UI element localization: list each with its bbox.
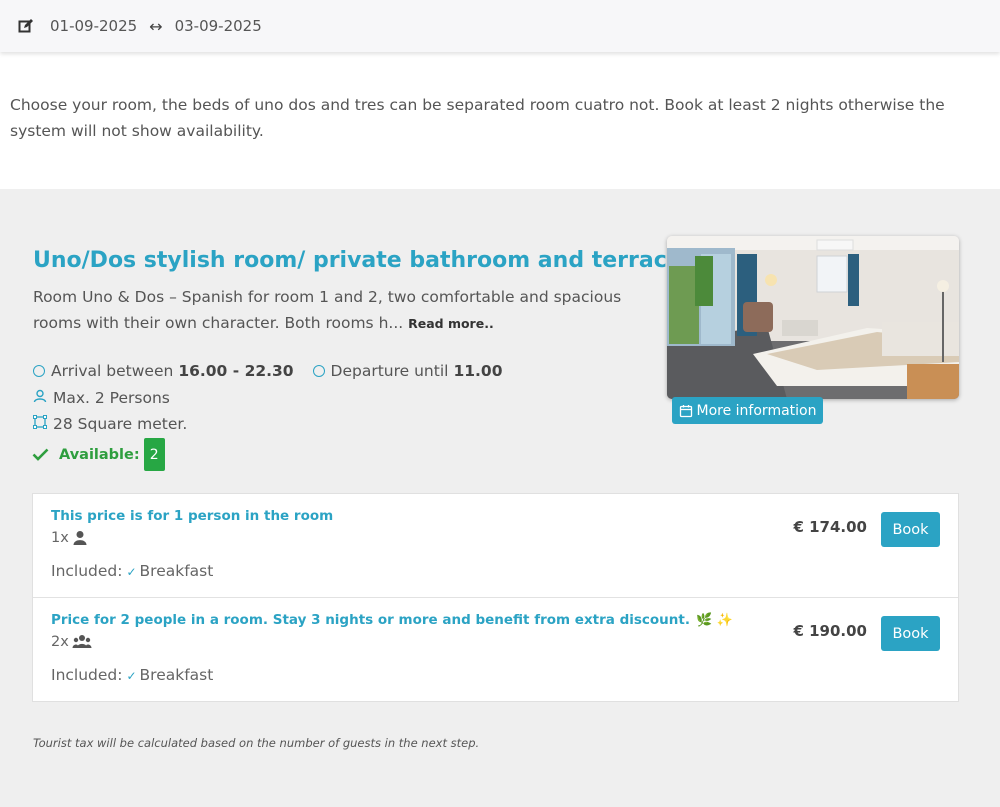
- rate-title: This price is for 1 person in the room: [51, 508, 334, 524]
- date-from: 01-09-2025: [50, 17, 138, 35]
- check-icon: ✓: [126, 669, 137, 683]
- departure-label: Departure until: [330, 362, 449, 380]
- available-label: Available:: [59, 446, 140, 463]
- occupancy: 1x: [51, 530, 88, 546]
- book-button[interactable]: Book: [881, 616, 940, 651]
- max-persons-fact: Max. 2 Persons: [33, 385, 170, 411]
- more-information-label: More information: [696, 402, 817, 419]
- more-information-button[interactable]: More information: [672, 397, 823, 424]
- rate-list: This price is for 1 person in the room 1…: [32, 493, 959, 702]
- included: Included: ✓ Breakfast: [51, 562, 213, 580]
- tourist-tax-note: Tourist tax will be calculated based on …: [33, 736, 480, 750]
- max-persons: Max. 2 Persons: [53, 389, 170, 407]
- person-icon: [33, 385, 47, 411]
- rate-title: Price for 2 people in a room. Stay 3 nig…: [51, 612, 733, 628]
- included-item: Breakfast: [139, 562, 214, 580]
- calendar-icon: [679, 404, 692, 417]
- room-description-text: Room Uno & Dos – Spanish for room 1 and …: [33, 288, 622, 332]
- rate-price: € 174.00: [793, 518, 867, 536]
- date-to: 03-09-2025: [174, 17, 262, 35]
- check-icon: [32, 448, 49, 461]
- edit-icon[interactable]: [18, 18, 34, 34]
- arrival-fact: Arrival between 16.00 - 22.30: [33, 358, 294, 384]
- rate-emoji: 🌿 ✨: [695, 613, 733, 628]
- read-more-link[interactable]: Read more..: [408, 316, 494, 331]
- rate-price: € 190.00: [793, 622, 867, 640]
- book-button[interactable]: Book: [881, 512, 940, 547]
- room-description: Room Uno & Dos – Spanish for room 1 and …: [33, 284, 633, 337]
- occupancy-count: 2x: [51, 634, 69, 650]
- occupancy-count: 1x: [51, 530, 69, 546]
- occupancy: 2x: [51, 634, 92, 650]
- check-icon: ✓: [126, 565, 137, 579]
- departure-fact: Departure until 11.00: [312, 358, 503, 384]
- arrival-time: 16.00 - 22.30: [178, 362, 294, 380]
- available-count-badge: 2: [143, 438, 165, 471]
- included-label: Included:: [51, 562, 123, 580]
- included: Included: ✓ Breakfast: [51, 666, 213, 684]
- departure-time: 11.00: [453, 362, 503, 380]
- clock-icon: [33, 365, 45, 377]
- user-icon: [73, 531, 87, 545]
- date-bar: 01-09-2025 ↔ 03-09-2025: [0, 0, 1000, 52]
- area-icon: [33, 411, 47, 437]
- room-size: 28 Square meter.: [53, 415, 188, 433]
- users-icon: [72, 635, 92, 648]
- room-facts: Arrival between 16.00 - 22.30 Departure …: [33, 358, 653, 437]
- rate-option-double: Price for 2 people in a room. Stay 3 nig…: [33, 598, 958, 702]
- intro-section: Choose your room, the beds of uno dos an…: [0, 52, 1000, 189]
- room-title[interactable]: Uno/Dos stylish room/ private bathroom a…: [33, 248, 682, 273]
- rate-title-text: Price for 2 people in a room. Stay 3 nig…: [51, 612, 690, 628]
- availability: Available: 2: [32, 438, 165, 471]
- included-item: Breakfast: [139, 666, 214, 684]
- rate-option-single: This price is for 1 person in the room 1…: [33, 494, 958, 598]
- clock-icon: [312, 365, 325, 377]
- intro-text: Choose your room, the beds of uno dos an…: [10, 96, 945, 140]
- range-arrow-icon: ↔: [149, 16, 163, 36]
- arrival-label: Arrival between: [51, 362, 174, 380]
- size-fact: 28 Square meter.: [33, 411, 187, 437]
- included-label: Included:: [51, 666, 123, 684]
- room-photo[interactable]: [667, 236, 959, 399]
